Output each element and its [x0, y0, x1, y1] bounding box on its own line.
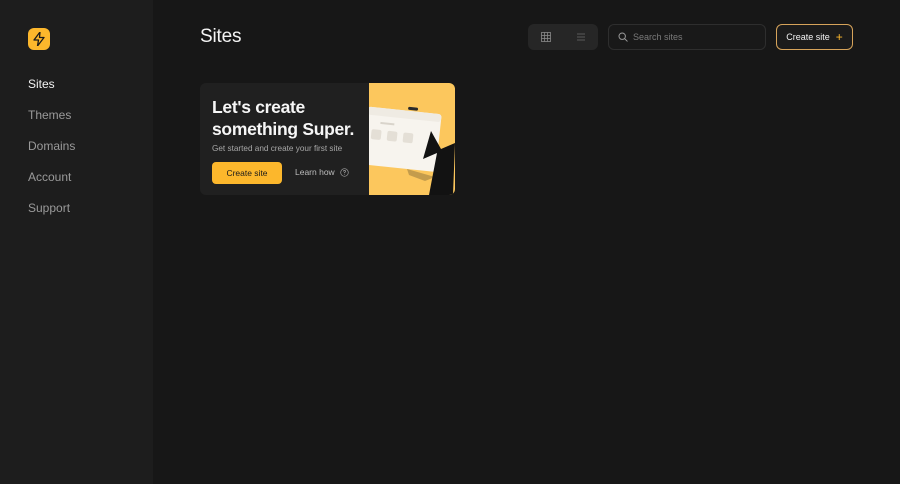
sidebar: Sites Themes Domains Account Support [0, 0, 153, 484]
promo-illustration [362, 83, 455, 195]
app: Sites Themes Domains Account Support Sit… [0, 0, 900, 484]
create-site-label: Create site [786, 32, 830, 42]
search-icon [618, 32, 628, 42]
lightning-bolt-icon[interactable] [28, 28, 50, 50]
sidebar-item-support[interactable]: Support [28, 200, 75, 231]
promo-heading: Let's create something Super. [212, 97, 355, 139]
sidebar-nav: Sites Themes Domains Account Support [28, 76, 75, 231]
plus-icon: + [835, 30, 843, 44]
promo-create-site-label: Create site [226, 168, 268, 178]
search-input[interactable] [633, 32, 753, 42]
sidebar-item-account[interactable]: Account [28, 169, 75, 200]
promo-subtitle: Get started and create your first site [212, 144, 343, 153]
sidebar-item-themes[interactable]: Themes [28, 107, 75, 138]
learn-how-link[interactable]: Learn how [295, 167, 349, 177]
site-mockup-illustration [362, 106, 455, 195]
page-title: Sites [200, 26, 242, 47]
view-toggle [528, 24, 598, 50]
promo-card: Let's create something Super. Get starte… [200, 83, 455, 195]
create-site-button[interactable]: Create site + [776, 24, 853, 50]
help-circle-icon [340, 167, 349, 177]
promo-create-site-button[interactable]: Create site [212, 162, 282, 184]
learn-how-label: Learn how [295, 167, 335, 177]
list-icon [576, 33, 585, 41]
sidebar-item-domains[interactable]: Domains [28, 138, 75, 169]
search-box[interactable] [608, 24, 766, 50]
list-view-button[interactable] [563, 24, 598, 50]
grid-view-button[interactable] [528, 24, 563, 50]
grid-icon [540, 32, 551, 42]
sidebar-item-sites[interactable]: Sites [28, 76, 75, 107]
